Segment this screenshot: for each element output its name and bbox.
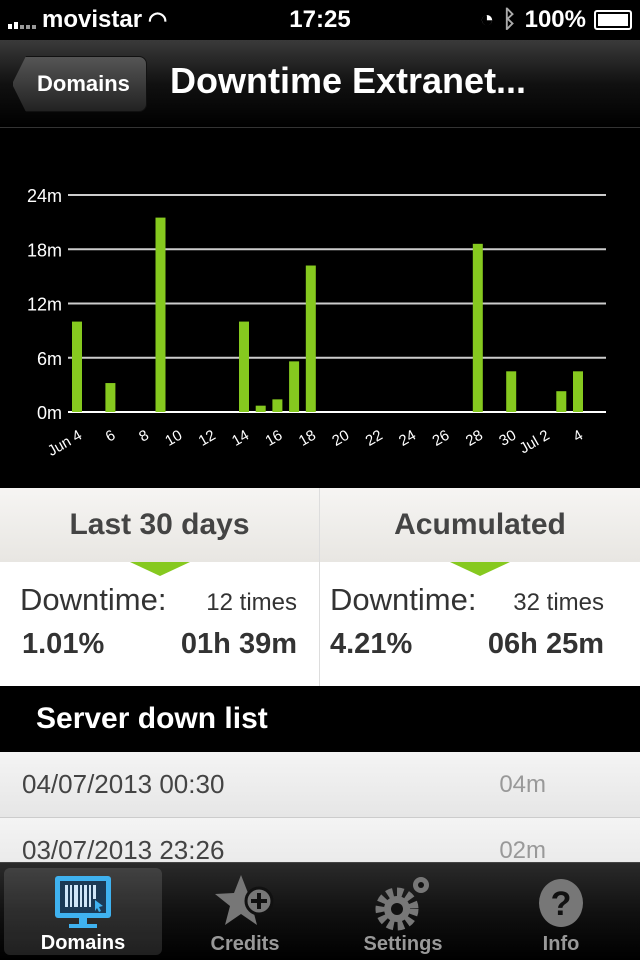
bar <box>239 321 249 412</box>
tab-label: Domains <box>40 932 126 954</box>
x-tick-label: 20 <box>329 427 352 450</box>
battery-percent: 100% <box>524 6 586 33</box>
battery-icon <box>594 10 632 30</box>
downtime-duration: 01h 39m <box>180 628 297 660</box>
y-tick-label: 0m <box>37 403 62 423</box>
x-tick-label: 8 <box>136 427 152 446</box>
item-duration: 04m <box>499 770 546 798</box>
accumulated-title[interactable]: Acumulated <box>320 488 640 562</box>
y-tick-label: 24m <box>27 186 62 206</box>
star-plus-icon <box>215 875 274 925</box>
bluetooth-icon: ᛒ <box>502 6 517 33</box>
x-tick-label: 24 <box>396 427 419 450</box>
x-tick-label: 28 <box>463 427 486 450</box>
item-date: 04/07/2013 00:30 <box>22 769 225 799</box>
stats-panel: Last 30 days Downtime: 12 times 1.01% 01h … <box>0 488 640 686</box>
alarm-icon: ◔ <box>479 6 495 33</box>
bar <box>105 383 116 412</box>
tab-domains[interactable]: Domains <box>4 868 162 955</box>
bar <box>556 391 567 412</box>
question-icon: ? <box>539 879 583 927</box>
downtime-chart: 0m 6m 12m 18m 24m Jun 4 6 8 10 12 14 16 18 20 22 24 26 28… <box>0 128 640 488</box>
x-tick-label: 14 <box>229 427 252 450</box>
monitor-barcode-icon <box>55 876 111 928</box>
x-tick-label: 12 <box>196 427 219 450</box>
accumulated-panel: Acumulated Downtime: 32 times 4.21% 06h 25… <box>320 488 640 686</box>
status-bar: movistar ◠ 17:25 ◔ ᛒ 100% <box>0 0 640 40</box>
item-duration: 02m <box>499 836 546 864</box>
downtime-duration: 06h 25m <box>487 628 604 660</box>
back-button[interactable]: Domains <box>12 56 147 112</box>
bar <box>472 243 483 412</box>
x-tick-label: 26 <box>429 427 452 450</box>
tab-settings[interactable]: Settings <box>324 863 482 960</box>
tab-bar: Domains Credits Settings ? Info <box>0 862 640 960</box>
downtime-label: Downtime: <box>20 582 167 617</box>
bar <box>506 371 517 412</box>
x-tick-label: 16 <box>262 427 285 450</box>
selector-arrow-icon <box>450 562 510 576</box>
downtime-times: 12 times <box>206 589 297 616</box>
bar <box>573 371 583 412</box>
gears-icon <box>375 877 429 931</box>
bar <box>255 405 266 412</box>
x-tick-label: 6 <box>103 427 119 446</box>
chart-svg: 0m 6m 12m 18m 24m Jun 4 6 8 10 12 14 16 18 20 22 24 26 28… <box>27 186 606 460</box>
x-tick-label: Jul 2 <box>517 427 553 458</box>
x-tick-label: 22 <box>363 427 386 450</box>
server-down-list-header: Server down list <box>0 686 640 752</box>
y-tick-label: 6m <box>37 349 62 369</box>
tab-label: Settings <box>363 933 443 955</box>
downtime-percent: 1.01% <box>22 628 105 660</box>
svg-text:?: ? <box>551 885 572 923</box>
x-tick-label: 10 <box>162 427 185 450</box>
last-30-days-panel: Last 30 days Downtime: 12 times 1.01% 01h … <box>0 488 320 686</box>
x-tick-label: Jun 4 <box>45 427 85 460</box>
bar <box>289 361 300 412</box>
list-item[interactable]: 04/07/2013 00:30 04m <box>0 752 640 818</box>
page-title: Downtime Extranet... <box>170 60 527 101</box>
tab-info[interactable]: ? Info <box>482 863 640 960</box>
x-tick-label: 18 <box>296 427 319 450</box>
downtime-label: Downtime: <box>330 582 477 617</box>
downtime-times: 32 times <box>513 589 604 616</box>
bar <box>305 265 316 412</box>
downtime-percent: 4.21% <box>330 628 413 660</box>
last-30-days-title[interactable]: Last 30 days <box>0 488 319 562</box>
x-tick-label: 30 <box>496 427 519 450</box>
bar <box>155 217 166 412</box>
selector-arrow-icon <box>129 562 190 576</box>
tab-credits[interactable]: Credits <box>166 863 324 960</box>
bar <box>272 399 283 412</box>
y-tick-label: 12m <box>27 295 62 315</box>
y-tick-label: 18m <box>27 240 62 260</box>
bar <box>72 321 82 412</box>
tab-label: Info <box>542 933 580 955</box>
navigation-bar: Domains Downtime Extranet... <box>0 40 640 128</box>
tab-label: Credits <box>210 933 280 955</box>
x-tick-label: 4 <box>570 427 586 446</box>
